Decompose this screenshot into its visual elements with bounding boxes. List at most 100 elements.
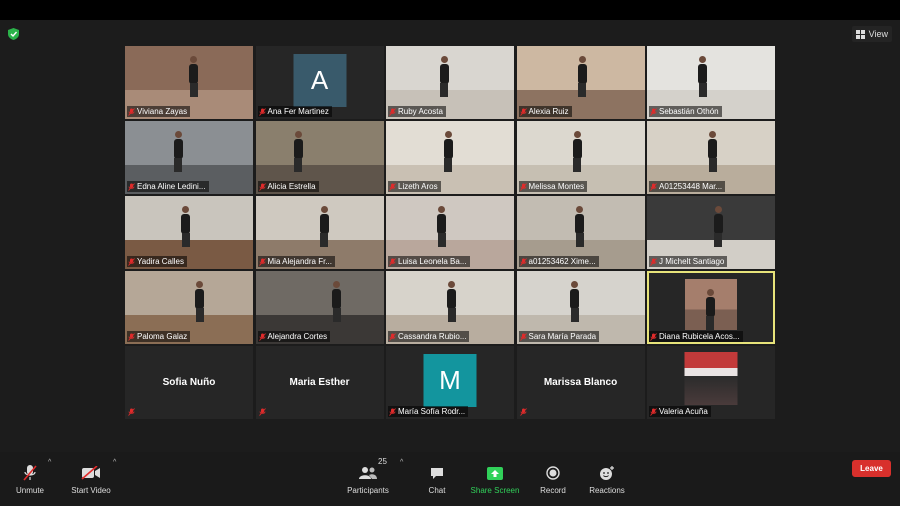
participant-tile[interactable]: A Ana Fer Martinez: [255, 46, 384, 119]
participant-tile[interactable]: Lizeth Aros: [386, 121, 514, 194]
muted-mic-icon: [258, 182, 266, 191]
chat-icon: [431, 467, 443, 479]
participant-name: Ruby Acosta: [398, 107, 443, 116]
participants-count: 25: [378, 457, 387, 466]
participant-tile[interactable]: Sebastián Othón: [647, 46, 775, 119]
participant-name-label: Ana Fer Martinez: [257, 106, 332, 117]
participant-tile[interactable]: Marissa Blanco: [516, 346, 645, 419]
participant-video: [685, 279, 737, 330]
muted-mic-icon: [650, 407, 657, 416]
participant-name: Luisa Leonela Ba...: [398, 257, 467, 266]
muted-mic-icon: [389, 332, 396, 341]
chat-label: Chat: [428, 486, 446, 495]
gallery-grid: Viviana Zayas A Ana Fer Martinez Ruby Acost…: [125, 46, 775, 419]
participants-options-caret-icon[interactable]: ^: [400, 459, 403, 466]
share-screen-label: Share Screen: [470, 486, 520, 495]
participant-name: Cassandra Rubio...: [398, 332, 467, 341]
leave-button[interactable]: Leave: [852, 460, 891, 477]
participant-name: Melissa Montes: [528, 182, 585, 191]
participant-name-label: Viviana Zayas: [127, 106, 191, 117]
muted-mic-icon: [650, 332, 657, 341]
participant-name: Alexia Ruiz: [528, 107, 569, 116]
muted-mic-icon: [519, 107, 527, 116]
participant-tile[interactable]: Alejandra Cortes: [255, 271, 384, 344]
participant-tile[interactable]: Diana Rubicela Acos...: [647, 271, 775, 344]
muted-mic-icon: [128, 257, 135, 266]
participant-tile[interactable]: Sara María Parada: [516, 271, 645, 344]
participant-tile[interactable]: Alicia Estrella: [255, 121, 384, 194]
participant-tile[interactable]: Ruby Acosta: [386, 46, 514, 119]
participant-name-label: Alicia Estrella: [257, 181, 319, 192]
muted-mic-icon: [128, 107, 135, 116]
reactions-button[interactable]: Reactions: [588, 452, 626, 506]
participant-tile[interactable]: A01253448 Mar...: [647, 121, 775, 194]
participant-tile[interactable]: Valeria Acuña: [647, 346, 775, 419]
participant-name-label: Diana Rubicela Acos...: [649, 331, 743, 342]
meeting-toolbar: Unmute ^ Start Video ^ Participants 25 ^: [0, 452, 900, 506]
participant-tile[interactable]: Melissa Montes: [516, 121, 645, 194]
participant-name: Edna Aline Ledini...: [137, 182, 206, 191]
muted-mic-icon: [519, 332, 527, 341]
participant-name-label: Sara María Parada: [518, 331, 600, 342]
share-screen-button[interactable]: Share Screen: [470, 452, 520, 506]
participant-name: Diana Rubicela Acos...: [659, 332, 740, 341]
reactions-label: Reactions: [589, 486, 625, 495]
muted-mic-icon: [389, 257, 396, 266]
unmute-button[interactable]: Unmute: [10, 452, 50, 506]
share-screen-icon: [487, 466, 503, 480]
reactions-smiley-icon: [600, 465, 614, 480]
participant-display-name: Sofia Nuño: [162, 377, 216, 388]
participant-name: Viviana Zayas: [137, 107, 188, 116]
participant-tile[interactable]: a01253462 Xime...: [516, 196, 645, 269]
muted-mic-icon: [258, 408, 266, 416]
participant-tile[interactable]: Viviana Zayas: [125, 46, 253, 119]
participant-name-label: Paloma Galaz: [127, 331, 191, 342]
participant-tile[interactable]: Maria Esther: [255, 346, 384, 419]
record-button[interactable]: Record: [538, 452, 568, 506]
participant-display-name: Maria Esther: [289, 377, 350, 388]
participant-tile[interactable]: J Michelt Santiago: [647, 196, 775, 269]
top-bar: [0, 0, 900, 20]
video-off-icon: [81, 466, 100, 480]
encryption-shield-icon[interactable]: [8, 28, 19, 40]
participant-name-label: María Sofía Rodr...: [388, 406, 469, 417]
muted-mic-icon: [128, 182, 135, 191]
video-options-caret-icon[interactable]: ^: [113, 459, 116, 466]
participant-name-label: Alexia Ruiz: [518, 106, 572, 117]
participant-tile[interactable]: Edna Aline Ledini...: [125, 121, 253, 194]
participant-name-label: Cassandra Rubio...: [388, 331, 470, 342]
chat-button[interactable]: Chat: [424, 452, 450, 506]
participant-tile[interactable]: Yadira Calles: [125, 196, 253, 269]
participant-name: Sebastián Othón: [659, 107, 719, 116]
participant-name: Valeria Acuña: [659, 407, 708, 416]
record-label: Record: [540, 486, 566, 495]
participant-name-label: Lizeth Aros: [388, 181, 441, 192]
muted-mic-icon: [128, 408, 135, 416]
participant-tile[interactable]: Alexia Ruiz: [516, 46, 645, 119]
audio-options-caret-icon[interactable]: ^: [48, 459, 51, 466]
participant-tile[interactable]: Mia Alejandra Fr...: [255, 196, 384, 269]
participants-icon: [359, 467, 377, 479]
participant-name: J Michelt Santiago: [659, 257, 725, 266]
participant-tile[interactable]: Luisa Leonela Ba...: [386, 196, 514, 269]
participant-tile[interactable]: M María Sofía Rodr...: [386, 346, 514, 419]
participant-name: Paloma Galaz: [137, 332, 188, 341]
grid-view-icon: [855, 29, 865, 39]
participant-tile[interactable]: Cassandra Rubio...: [386, 271, 514, 344]
muted-mic-icon: [258, 257, 266, 266]
muted-mic-icon: [650, 257, 657, 266]
muted-mic-icon: [650, 182, 657, 191]
participant-name-label: Melissa Montes: [518, 181, 588, 192]
view-label: View: [868, 29, 888, 39]
muted-mic-icon: [389, 182, 396, 191]
muted-mic-icon: [519, 182, 527, 191]
start-video-button[interactable]: Start Video: [68, 452, 114, 506]
unmute-label: Unmute: [15, 486, 44, 495]
participant-profile-photo: [684, 352, 738, 405]
participant-tile[interactable]: Sofia Nuño: [125, 346, 253, 419]
muted-mic-icon: [389, 407, 396, 416]
view-button[interactable]: View: [851, 26, 892, 42]
participant-tile[interactable]: Paloma Galaz: [125, 271, 253, 344]
participant-avatar: A: [293, 54, 346, 107]
participant-name-label: Mia Alejandra Fr...: [257, 256, 335, 267]
